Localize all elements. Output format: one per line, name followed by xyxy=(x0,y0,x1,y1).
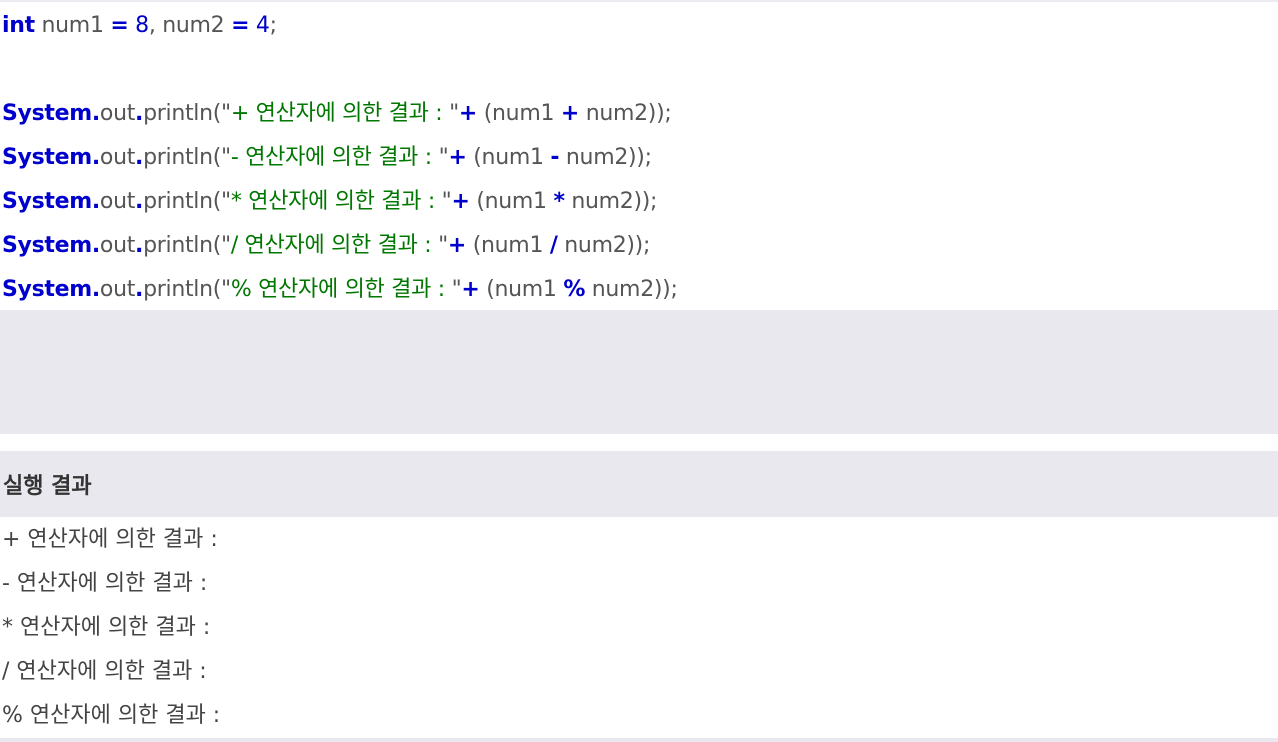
output-line: * 연산자에 의한 결과 : xyxy=(2,615,211,640)
result-header: 실행 결과 xyxy=(0,451,1278,517)
code-line-println: System.out.println("% 연산자에 의한 결과 : "+ (n… xyxy=(2,276,678,304)
method-call: println(" xyxy=(143,233,231,258)
dot: . xyxy=(91,189,100,214)
code-text: num2)); xyxy=(557,233,651,258)
string-literal: + 연산자에 의한 결과 : xyxy=(230,101,450,126)
code-line-println: System.out.println("* 연산자에 의한 결과 : "+ (n… xyxy=(2,188,657,216)
operator: + xyxy=(458,101,478,126)
code-line-declaration: int num1 = 8, num2 = 4; xyxy=(2,12,277,40)
code-text: (num1 xyxy=(479,277,564,302)
code-text: num2)); xyxy=(585,277,678,302)
operator: = xyxy=(110,13,129,38)
dot: . xyxy=(91,101,100,126)
operator: + xyxy=(447,233,467,258)
quote: " xyxy=(451,277,462,302)
code-text: (num1 xyxy=(466,145,551,170)
operator: + xyxy=(448,145,467,170)
string-literal: - 연산자에 의한 결과 : xyxy=(230,145,439,170)
quote: " xyxy=(438,233,448,258)
class-name: System xyxy=(2,233,92,258)
code-text: (num1 xyxy=(477,101,561,126)
code-text: (num1 xyxy=(466,233,550,258)
code-text: (num1 xyxy=(469,189,554,214)
operator: = xyxy=(231,13,250,38)
dot: . xyxy=(135,277,144,302)
code-text: out xyxy=(99,277,136,302)
class-name: System xyxy=(2,145,92,170)
code-block: int num1 = 8, num2 = 4; System.out.print… xyxy=(0,0,1278,312)
quote: " xyxy=(449,101,459,126)
dot: . xyxy=(91,145,100,170)
dot: . xyxy=(135,145,144,170)
code-text: , num2 xyxy=(148,13,232,38)
result-title: 실행 결과 xyxy=(3,474,92,499)
code-text: ; xyxy=(269,13,277,38)
code-text: num2)); xyxy=(579,101,672,126)
code-text: num2)); xyxy=(564,189,658,214)
operator: / xyxy=(549,233,558,258)
operator: - xyxy=(550,145,560,170)
dot: . xyxy=(135,233,144,258)
code-text: num2)); xyxy=(559,145,652,170)
method-call: println(" xyxy=(143,277,231,302)
dot: . xyxy=(91,233,100,258)
output-line: / 연산자에 의한 결과 : xyxy=(2,659,207,684)
code-block-footer xyxy=(0,310,1278,434)
code-line-println: System.out.println("+ 연산자에 의한 결과 : "+ (n… xyxy=(2,100,672,128)
string-literal: % 연산자에 의한 결과 : xyxy=(230,277,452,302)
class-name: System xyxy=(2,189,92,214)
code-line-println: System.out.println("- 연산자에 의한 결과 : "+ (n… xyxy=(2,144,652,172)
method-call: println(" xyxy=(143,101,231,126)
output-line: + 연산자에 의한 결과 : xyxy=(2,527,218,552)
operator: + xyxy=(560,101,579,126)
code-text: out xyxy=(99,145,136,170)
quote: " xyxy=(438,145,449,170)
method-call: println(" xyxy=(143,189,231,214)
keyword-int: int xyxy=(2,13,35,38)
output-line: - 연산자에 의한 결과 : xyxy=(2,571,208,596)
output-line: % 연산자에 의한 결과 : xyxy=(2,703,221,728)
string-literal: * 연산자에 의한 결과 : xyxy=(230,189,442,214)
quote: " xyxy=(441,189,452,214)
string-literal: / 연산자에 의한 결과 : xyxy=(230,233,439,258)
operator: + xyxy=(451,189,470,214)
operator: * xyxy=(553,189,565,214)
dot: . xyxy=(135,101,144,126)
number-literal: 8 xyxy=(128,13,149,38)
code-line-println: System.out.println("/ 연산자에 의한 결과 : "+ (n… xyxy=(2,232,650,260)
code-text: out xyxy=(99,101,136,126)
dot: . xyxy=(135,189,144,214)
class-name: System xyxy=(2,277,92,302)
bottom-divider xyxy=(0,738,1278,742)
method-call: println(" xyxy=(143,145,231,170)
operator: + xyxy=(461,277,480,302)
number-literal: 4 xyxy=(249,13,270,38)
dot: . xyxy=(91,277,100,302)
code-text: out xyxy=(99,233,136,258)
class-name: System xyxy=(2,101,92,126)
operator: % xyxy=(563,277,586,302)
code-text: num1 xyxy=(34,13,111,38)
code-text: out xyxy=(99,189,136,214)
result-output: + 연산자에 의한 결과 : - 연산자에 의한 결과 : * 연산자에 의한 … xyxy=(0,517,1278,738)
